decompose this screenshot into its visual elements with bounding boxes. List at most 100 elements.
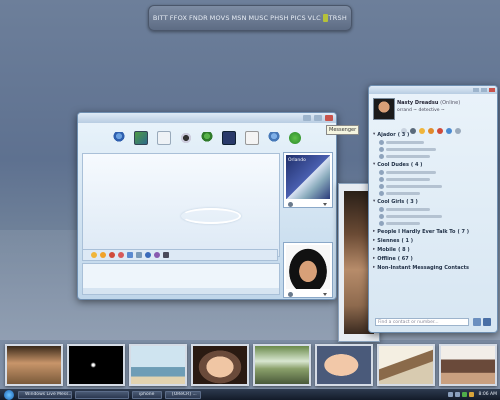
contact-picture-menu[interactable] — [284, 201, 332, 207]
launcher-item-trsh[interactable]: TRSH — [322, 14, 347, 22]
contact-display-picture[interactable]: Orlando — [283, 152, 333, 208]
launcher-item-fndr[interactable]: FNDR — [189, 14, 208, 22]
thumbnail[interactable] — [377, 343, 435, 386]
message-input[interactable] — [82, 263, 280, 295]
contact-item[interactable] — [373, 190, 493, 197]
font-icon[interactable] — [145, 252, 151, 258]
contact-item[interactable] — [373, 183, 493, 190]
contact-group-header[interactable]: ▸ Siennes( 1 ) — [373, 236, 493, 245]
user-display-name[interactable]: Nasty Dreadsu (Online) — [397, 100, 460, 106]
contact-item[interactable] — [373, 153, 493, 160]
maximize-button[interactable] — [481, 88, 487, 92]
ink-icon[interactable] — [154, 252, 160, 258]
maximize-button[interactable] — [314, 115, 322, 121]
contact-name-blurred — [386, 208, 430, 211]
video-call-icon[interactable] — [179, 132, 192, 144]
own-picture-menu[interactable] — [284, 291, 332, 297]
taskbar-item-iphone[interactable]: iphone — [132, 390, 162, 399]
handwriting-icon[interactable] — [163, 252, 169, 258]
start-button[interactable] — [4, 389, 14, 400]
contact-group-header[interactable]: ▸ Non-Instant Messaging Contacts — [373, 263, 493, 272]
add-contact-icon[interactable] — [473, 318, 481, 326]
taskbar-item-orecr[interactable]: [OReCR] ... — [165, 390, 201, 399]
background-icon[interactable] — [127, 252, 133, 258]
wink-icon[interactable] — [100, 252, 106, 258]
taskbar-item-contact-list[interactable] — [75, 390, 129, 399]
input-mode-bar — [83, 288, 279, 294]
conversation-history[interactable] — [82, 153, 280, 257]
user-profile: Nasty Dreadsu (Online) orrand ~ detectiv… — [373, 98, 493, 134]
activities-icon[interactable] — [245, 131, 260, 145]
close-button[interactable] — [325, 115, 333, 121]
close-button[interactable] — [489, 88, 495, 92]
contact-item[interactable] — [373, 176, 493, 183]
thumbnail[interactable] — [191, 343, 249, 386]
contact-group-header[interactable]: ▾ Cool Dudes( 4 ) — [373, 160, 493, 169]
voice-clip-icon[interactable] — [118, 252, 124, 258]
launcher-item-ffox[interactable]: FFOX — [170, 14, 187, 22]
block-icon[interactable] — [268, 132, 281, 144]
invite-icon[interactable] — [112, 132, 125, 144]
launcher-item-bitt[interactable]: BITT — [153, 14, 168, 22]
launcher-item-phsh[interactable]: PHSH — [270, 14, 289, 22]
security-icon[interactable] — [468, 392, 474, 397]
nudge-icon[interactable] — [109, 252, 115, 258]
thumbnail[interactable] — [67, 343, 125, 386]
contact-group-count: ( 4 ) — [410, 161, 423, 168]
thumbnail[interactable] — [315, 343, 373, 386]
contact-group-header[interactable]: ▸ People I Hardly Ever Talk To( 7 ) — [373, 227, 493, 236]
launcher-item-pics[interactable]: PICS — [291, 14, 306, 22]
contact-item[interactable] — [373, 169, 493, 176]
contact-group-count: ( 3 ) — [406, 198, 418, 205]
own-display-picture[interactable] — [283, 242, 333, 298]
clock[interactable]: 8:06 AM — [479, 392, 498, 397]
webcam-icon[interactable] — [156, 131, 171, 145]
contact-item[interactable] — [373, 220, 493, 227]
image-icon[interactable] — [136, 252, 142, 258]
thumbnail[interactable] — [253, 343, 311, 386]
contact-group-header[interactable]: ▸ Mobile( 8 ) — [373, 245, 493, 254]
contact-item[interactable] — [373, 206, 493, 213]
call-icon[interactable] — [200, 132, 213, 144]
minimize-button[interactable] — [473, 88, 479, 92]
search-actions — [473, 318, 491, 326]
contact-item[interactable] — [373, 213, 493, 220]
chevron-down-icon — [323, 292, 327, 296]
launcher-item-movs[interactable]: MOVS — [210, 14, 230, 22]
system-tray: 8:06 AM — [447, 392, 500, 397]
launcher-item-msn[interactable]: MSN — [231, 14, 246, 22]
contact-group-name: Siennes — [377, 237, 400, 244]
buddy-icon — [379, 140, 384, 145]
contact-name-blurred — [386, 192, 420, 195]
emoticon-icon[interactable] — [91, 252, 97, 258]
launcher-item-musc[interactable]: MUSC — [248, 14, 268, 22]
volume-icon[interactable] — [454, 392, 460, 397]
avatar[interactable] — [373, 98, 395, 120]
contact-item[interactable] — [373, 139, 493, 146]
personal-message[interactable]: orrand ~ detective ~ — [397, 108, 445, 113]
thumbnail[interactable] — [439, 343, 497, 386]
games-icon[interactable] — [222, 131, 237, 145]
chevron-down-icon: ▾ — [373, 199, 376, 204]
sort-icon[interactable] — [483, 318, 491, 326]
thumbnail[interactable] — [129, 343, 187, 386]
send-files-icon[interactable] — [133, 131, 148, 145]
chevron-down-icon: ▾ — [373, 132, 376, 137]
network-icon[interactable] — [447, 392, 453, 397]
contact-group-name: Mobile — [377, 246, 397, 253]
chevron-down-icon — [323, 202, 327, 206]
chat-toolbar — [78, 127, 336, 149]
contact-item[interactable] — [373, 146, 493, 153]
contact-group-header[interactable]: ▸ Offline( 67 ) — [373, 254, 493, 263]
minimize-button[interactable] — [303, 115, 311, 121]
messenger-tray-icon[interactable] — [461, 392, 467, 397]
contact-group-header[interactable]: ▾ Ajador( 3 ) — [373, 130, 493, 139]
contact-group-header[interactable]: ▾ Cool Girls( 3 ) — [373, 197, 493, 206]
msn-icon[interactable] — [289, 132, 302, 144]
thumbnail[interactable] — [5, 343, 63, 386]
own-picture-image — [286, 245, 330, 289]
contact-search-input[interactable]: Find a contact or number... — [375, 318, 469, 326]
buddy-icon — [379, 147, 384, 152]
taskbar-item-messenger[interactable]: Windows Live Mess... — [18, 390, 72, 399]
launcher-item-vlc[interactable]: VLC — [308, 14, 321, 22]
